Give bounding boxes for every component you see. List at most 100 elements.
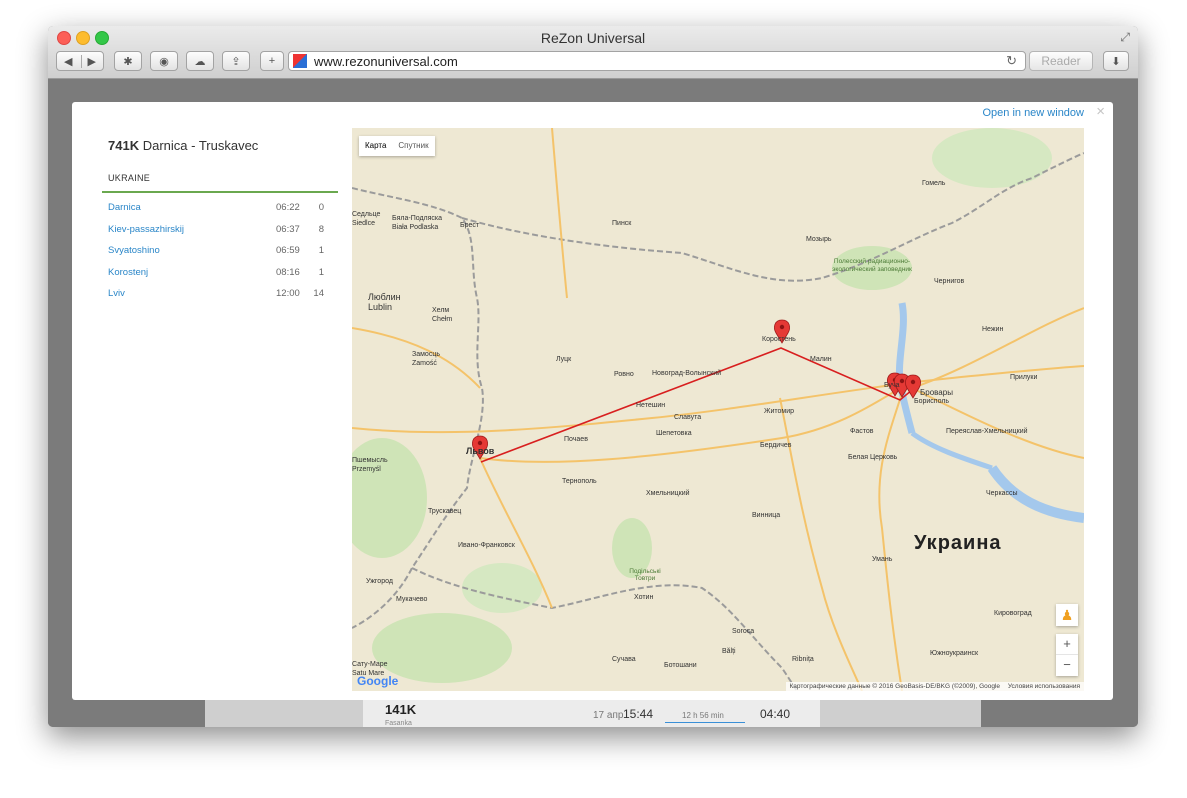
map-country-label: Украина <box>914 532 1002 554</box>
station-time: 06:37 <box>276 223 300 235</box>
map-label-ivano-frankivsk: Ивано-Франковск <box>458 542 515 549</box>
map-canvas[interactable] <box>352 128 1084 691</box>
background-result-row: 141K Fasanka 17 апр 15:44 12 h 56 min 04… <box>205 699 981 727</box>
map-label-fastov: Фастов <box>850 428 874 435</box>
train-title: 741K Darnica - Truskavec <box>108 138 258 153</box>
station-time: 06:59 <box>276 245 300 256</box>
map-label-nizhyn: Нежин <box>982 326 1004 333</box>
map-terms-link[interactable]: Условия использования <box>1008 683 1080 690</box>
map-label-zamosc: Замосць Zamość <box>412 351 440 367</box>
map-label-mukachevo: Мукачево <box>396 596 428 603</box>
station-link[interactable]: Korostenj <box>108 267 148 278</box>
map-label-malyn: Малин <box>810 356 832 363</box>
back-forward-buttons[interactable]: ◀ ▶ <box>56 51 104 71</box>
download-icon: ⬇ <box>1111 55 1121 68</box>
open-new-window-link[interactable]: Open in new window <box>982 107 1084 119</box>
back-icon[interactable]: ◀ <box>64 54 82 68</box>
station-link[interactable]: Darnica <box>108 202 141 213</box>
country-divider <box>102 191 338 193</box>
map-label-korosten: Коростень <box>762 336 796 343</box>
map-label-shepetovka: Шепетовка <box>656 430 692 437</box>
map-label-kholm: Хелм Chełm <box>432 307 453 323</box>
map-label-khotin: Хотин <box>634 594 654 601</box>
map-label-gomel: Гомель <box>922 180 946 187</box>
station-link[interactable]: Kiev-passazhirskij <box>108 224 184 235</box>
window-title: ReZon Universal <box>540 30 646 46</box>
title-bar: ReZon Universal ⤢ ◀ ▶ ✱ ◉ ☁ ⇪ + www.rezo… <box>48 26 1138 79</box>
zoom-out-button[interactable]: − <box>1056 655 1078 675</box>
map-label-przemysl: Пшемысль Przemyśl <box>352 457 388 473</box>
station-time: 12:00 <box>276 288 300 299</box>
map-label-pinsk: Пинск <box>612 220 632 227</box>
map-copyright-text: Картографические данные © 2016 GeoBasis-… <box>789 683 1001 690</box>
map-label-ribnita: Ribnița <box>792 656 814 663</box>
map-label-pereyaslav: Переяслав-Хмельницкий <box>946 428 1028 435</box>
bug-icon: ✱ <box>123 55 133 68</box>
zoom-in-button[interactable]: + <box>1056 634 1078 655</box>
extension-button-2[interactable]: ◉ <box>150 51 178 71</box>
map-label-podilski: Подільські Товтри <box>629 568 661 582</box>
route-map[interactable]: Львов Коростень Бровары Борисполь Луцк Р… <box>352 128 1084 691</box>
map-label-lviv: Львов <box>466 446 495 456</box>
station-row: Kiev-passazhirskij 06:37 8 <box>102 220 338 242</box>
fullscreen-icon[interactable]: ⤢ <box>1120 30 1130 45</box>
station-row: Svyatoshino 06:59 1 <box>102 241 338 263</box>
map-label-pryluky: Прилуки <box>1010 374 1038 381</box>
map-label-novograd: Новоград-Волынский <box>652 370 722 377</box>
satellite-tab[interactable]: Спутник <box>392 136 434 156</box>
forward-icon[interactable]: ▶ <box>82 55 96 68</box>
station-time: 06:22 <box>276 202 300 213</box>
map-label-balti: Bălți <box>722 648 736 655</box>
map-label-brest: Брест <box>460 222 480 229</box>
new-tab-button[interactable]: + <box>260 51 284 71</box>
reload-icon[interactable]: ↻ <box>1006 53 1017 69</box>
map-label-biala: Бяла-Подляска Biała Podlaska <box>392 215 443 231</box>
map-label-netishin: Нетешин <box>636 402 666 409</box>
extension-button[interactable]: ✱ <box>114 51 142 71</box>
country-header: UKRAINE <box>108 173 151 183</box>
url-text[interactable]: www.rezonuniversal.com <box>314 54 458 69</box>
cloud-icon: ☁ <box>194 55 206 68</box>
icloud-button[interactable]: ☁ <box>186 51 214 71</box>
map-label-mozyr: Мозырь <box>806 236 832 243</box>
station-stop: 1 <box>318 245 324 256</box>
station-link[interactable]: Lviv <box>108 288 125 299</box>
bg-duration-line <box>665 722 745 723</box>
google-logo-text: Google <box>357 674 399 688</box>
map-label-pochaiv: Почаев <box>564 436 588 443</box>
station-stop: 0 <box>318 202 324 213</box>
station-row: Lviv 12:00 14 <box>102 284 338 306</box>
map-label-siedlce: Седльце Siedlce <box>352 211 381 227</box>
map-label-brovary: Бровары <box>920 388 953 397</box>
station-row: Korostenj 08:16 1 <box>102 263 338 285</box>
share-icon: ⇪ <box>231 55 241 68</box>
share-button[interactable]: ⇪ <box>222 51 250 71</box>
address-bar[interactable]: www.rezonuniversal.com ↻ <box>288 51 1026 71</box>
map-label-ternopil: Тернополь <box>562 478 597 485</box>
record-icon: ◉ <box>159 55 169 68</box>
site-favicon-icon <box>293 54 307 68</box>
map-label-yuzhnoukrainsk: Южноукраинск <box>930 650 979 657</box>
street-view-pegman-icon[interactable]: ♟ <box>1056 604 1078 626</box>
reader-button[interactable]: Reader <box>1029 51 1093 71</box>
station-link[interactable]: Svyatoshino <box>108 245 160 256</box>
bg-duration: 12 h 56 min <box>682 711 724 720</box>
map-copyright: Картографические данные © 2016 GeoBasis-… <box>785 682 1084 691</box>
map-label-uman: Умань <box>872 556 893 563</box>
map-label-zhytomyr: Житомир <box>764 408 795 415</box>
bg-depart-time: 15:44 <box>623 707 654 721</box>
zoom-controls: + − <box>1056 634 1078 676</box>
map-label-lublin: Люблин Lublin <box>368 292 401 312</box>
station-stop: 14 <box>313 288 324 299</box>
google-logo: Google <box>357 674 398 688</box>
map-label-kirovograd: Кировоград <box>994 610 1032 617</box>
map-tab[interactable]: Карта <box>359 136 392 156</box>
map-label-bucha: Буча <box>884 382 900 389</box>
map-label-khmelnytskyi: Хмельницкий <box>646 490 690 497</box>
downloads-button[interactable]: ⬇ <box>1103 51 1129 71</box>
map-label-uzhhorod: Ужгород <box>366 578 393 585</box>
map-label-cherkasy: Черкассы <box>986 490 1018 497</box>
map-label-botosani: Ботошани <box>664 662 697 669</box>
map-type-tabs: Карта Спутник <box>359 136 435 156</box>
close-icon[interactable]: × <box>1096 103 1105 120</box>
